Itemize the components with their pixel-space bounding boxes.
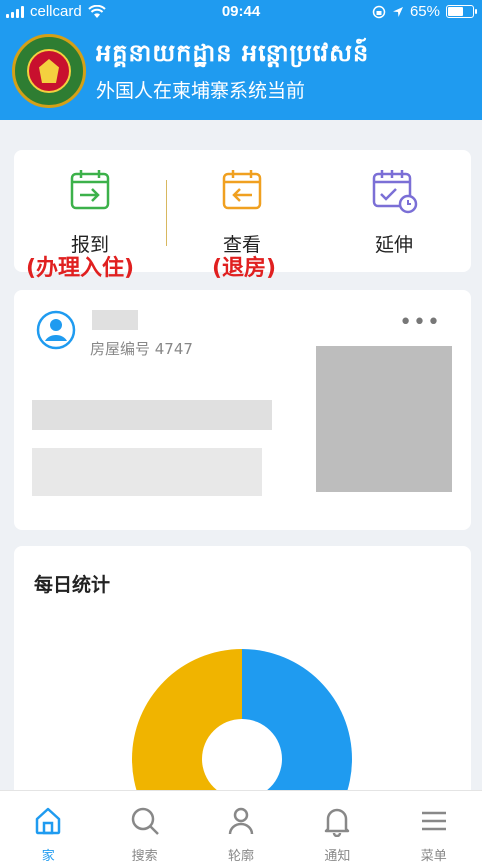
- profile-icon: [228, 807, 254, 835]
- tab-search-label: 搜索: [131, 849, 158, 864]
- calendar-checkin-icon: [70, 170, 110, 210]
- tab-notifications[interactable]: 通知: [289, 791, 385, 868]
- app-header: អគ្គនាយកដ្ឋាន អន្តោប្រវេសន៍ 外国人在柬埔寨系统当前: [0, 24, 482, 120]
- rotation-lock-icon: [372, 5, 386, 18]
- tab-menu[interactable]: 菜单: [386, 791, 482, 868]
- tab-bar: 家 搜索 轮廓 通知 菜单: [0, 790, 482, 868]
- search-icon: [131, 807, 159, 835]
- calendar-checkout-icon: [222, 170, 262, 210]
- location-icon: [392, 6, 403, 17]
- record-card[interactable]: 房屋编号 4747 •••: [14, 290, 471, 530]
- tab-menu-label: 菜单: [420, 849, 447, 864]
- battery-icon: [446, 5, 477, 18]
- stats-title: 每日统计: [34, 574, 111, 596]
- house-number: 房屋编号 4747: [90, 340, 193, 358]
- redacted-info-line: [32, 400, 272, 430]
- home-icon: [35, 807, 61, 835]
- menu-icon: [421, 811, 446, 831]
- extend-button[interactable]: 延伸: [318, 150, 470, 272]
- bell-icon: [325, 808, 350, 837]
- header-title-khmer: អគ្គនាយកដ្ឋាន អន្តោប្រវេសន៍: [96, 39, 370, 67]
- redacted-qr-code: [316, 346, 452, 492]
- department-logo: [12, 34, 86, 108]
- tab-home-label: 家: [41, 849, 55, 864]
- daily-stats-card: 每日统计: [14, 546, 471, 868]
- calendar-extend-icon: [372, 170, 418, 214]
- battery-percent: 65%: [409, 3, 440, 20]
- redacted-name: [92, 310, 138, 330]
- extend-label: 延伸: [374, 234, 413, 256]
- checkout-annotation: (退房): [212, 256, 277, 281]
- avatar-icon: [36, 310, 76, 350]
- checkin-annotation: (办理入住): [26, 256, 135, 281]
- more-icon[interactable]: •••: [399, 312, 441, 334]
- status-bar: cellcard 09:44 65%: [0, 0, 482, 24]
- tab-notifications-label: 通知: [324, 849, 351, 864]
- header-title-chinese: 外国人在柬埔寨系统当前: [96, 80, 306, 102]
- redacted-info-block: [32, 448, 262, 496]
- tab-profile[interactable]: 轮廓: [193, 791, 289, 868]
- tab-search[interactable]: 搜索: [96, 791, 192, 868]
- tab-home[interactable]: 家: [0, 791, 96, 868]
- tab-profile-label: 轮廓: [227, 849, 254, 864]
